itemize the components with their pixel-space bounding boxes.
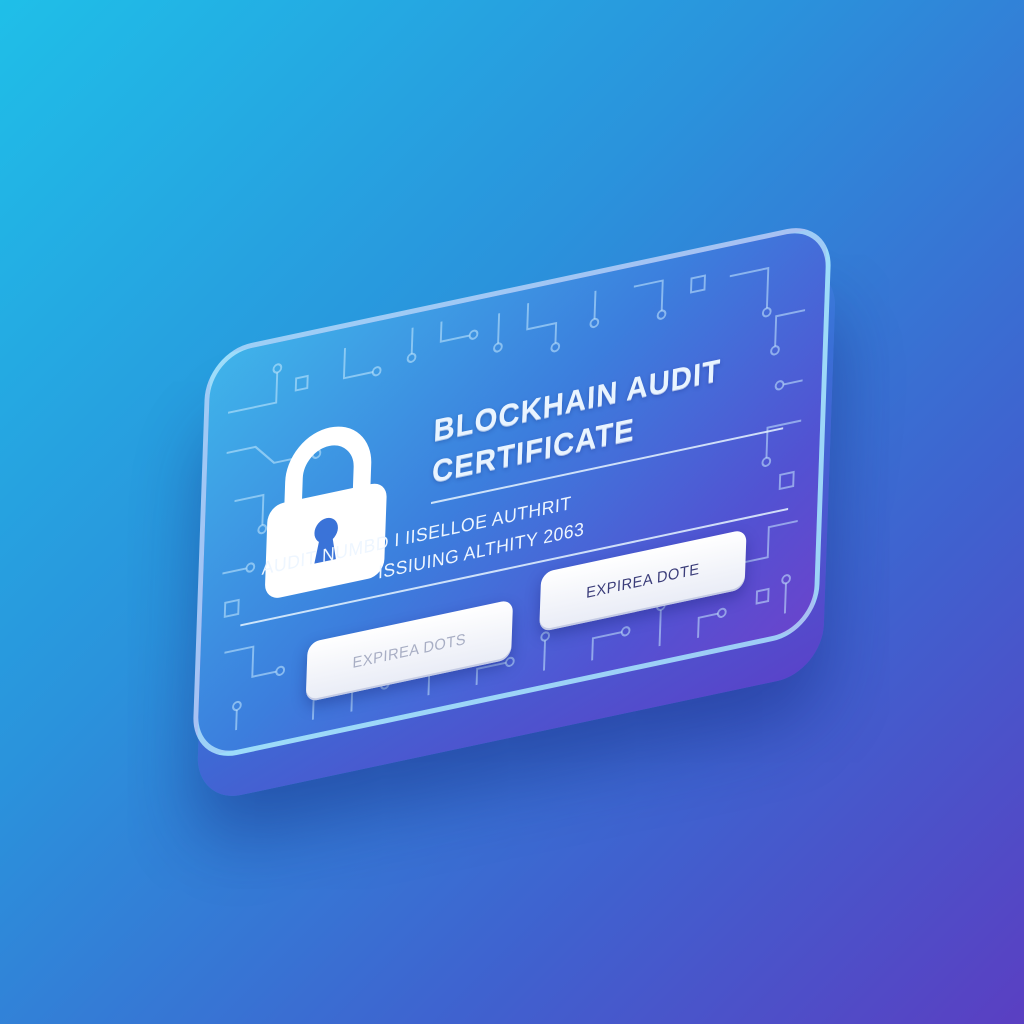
scene: BLOCKHAIN AUDIT CERTIFICATE AUDIT NUMBD … (0, 0, 1024, 1024)
certificate-card: BLOCKHAIN AUDIT CERTIFICATE AUDIT NUMBD … (191, 219, 837, 805)
